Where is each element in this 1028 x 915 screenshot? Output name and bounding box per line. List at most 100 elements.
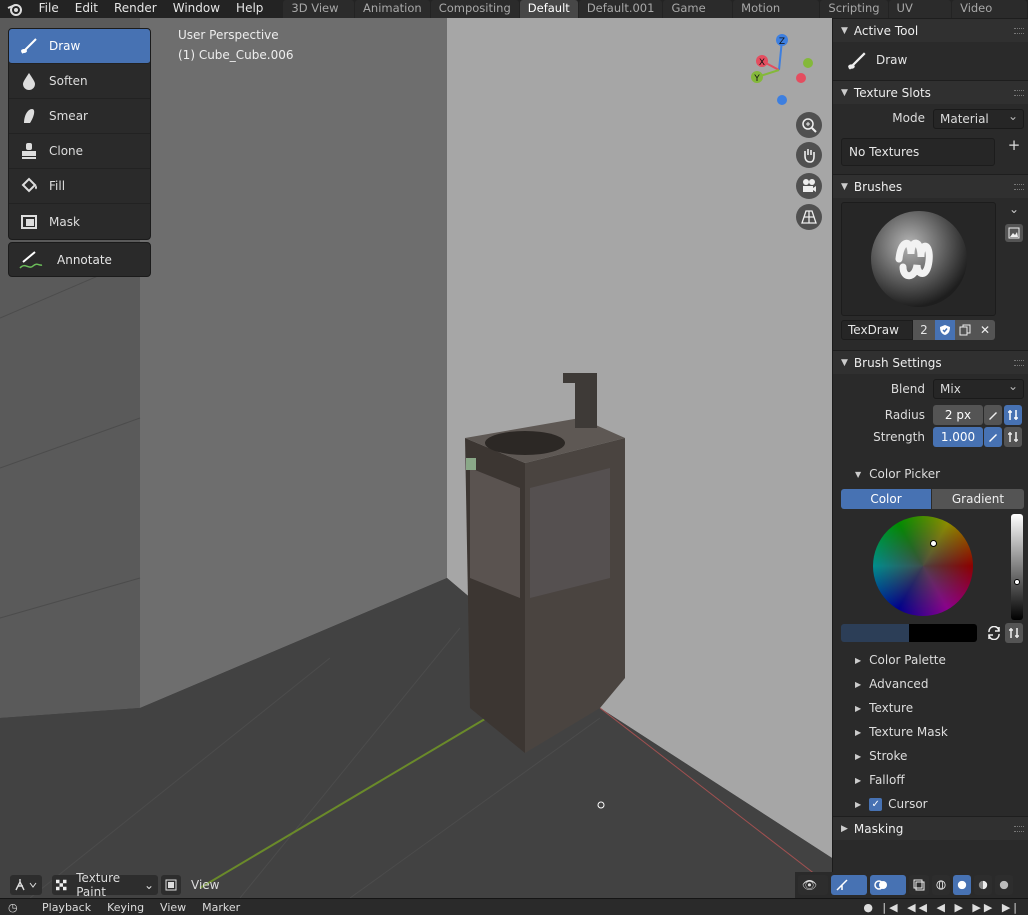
swap-colors-icon[interactable] [986,624,1002,642]
gizmo-toggle-icon[interactable] [831,875,867,895]
primary-color-swatch[interactable] [909,624,977,642]
gizmo-neg-x[interactable] [796,73,806,83]
strength-field[interactable]: 1.000 [933,427,983,447]
slot-toggle-icon[interactable] [161,875,181,895]
pressure-pen-icon[interactable] [984,427,1002,447]
zoom-icon[interactable] [796,112,822,138]
tab-3d-view-full[interactable]: 3D View Full [283,0,355,32]
unified-size-icon[interactable] [1004,405,1022,425]
panel-active-tool-header[interactable]: ▼ Active Tool [833,18,1028,42]
radius-field[interactable]: 2 px [933,405,983,425]
tool-smear[interactable]: Smear [9,99,150,134]
solid-shading-icon[interactable] [953,875,971,895]
texture-slot-list[interactable]: No Textures [841,138,995,166]
menu-edit[interactable]: Edit [67,0,106,18]
value-slider[interactable] [1011,514,1023,620]
tab-compositing[interactable]: Compositing [430,0,519,18]
xray-toggle-icon[interactable] [909,875,929,895]
drag-grip-icon[interactable] [1014,184,1024,190]
panel-masking-header[interactable]: ▶ Masking [833,816,1028,840]
panel-brushes-header[interactable]: ▼ Brushes [833,174,1028,198]
tool-draw[interactable]: Draw [9,29,150,64]
tab-scripting[interactable]: Scripting [820,0,888,18]
tool-clone[interactable]: Clone [9,134,150,169]
mode-selector[interactable]: Texture Paint ⌄ [52,871,158,898]
color-picker-subpanel-header[interactable]: ▼ Color Picker [833,462,1028,486]
duplicate-icon[interactable] [955,320,975,340]
visibility-eye-icon[interactable]: 👁 [798,875,828,895]
menu-help[interactable]: Help [228,0,271,18]
blender-logo-icon[interactable] [0,0,31,18]
cursor-checkbox[interactable]: ✓ [869,797,883,811]
menu-render[interactable]: Render [106,0,165,18]
subpanel-cursor[interactable]: ▶ ✓ Cursor [833,792,1028,816]
3d-viewport[interactable]: Draw Soften Smear Clone Fill Mask Annota… [0,18,832,898]
rendered-shading-icon[interactable] [995,875,1013,895]
color-wheel[interactable] [873,516,973,616]
pan-hand-icon[interactable] [796,142,822,168]
drag-grip-icon[interactable] [1014,90,1024,96]
tool-soften[interactable]: Soften [9,64,150,99]
chevron-down-icon[interactable]: ⌄ [1005,202,1023,216]
subpanel-falloff[interactable]: ▶ Falloff [833,768,1028,792]
wireframe-shading-icon[interactable] [932,875,950,895]
menu-file[interactable]: File [31,0,67,18]
tab-default-001[interactable]: Default.001 [578,0,663,18]
pressure-pen-icon[interactable] [984,405,1002,425]
blend-dropdown[interactable]: Mix [933,377,1024,399]
subpanel-stroke[interactable]: ▶ Stroke [833,744,1028,768]
perspective-grid-icon[interactable] [796,204,822,230]
overlay-toggle-icon[interactable] [870,875,906,895]
tab-animation[interactable]: Animation [355,0,430,18]
unlink-close-icon[interactable]: ✕ [975,320,995,340]
fake-user-shield-icon[interactable] [935,320,955,340]
gradient-tab[interactable]: Gradient [932,489,1024,509]
timeline-keying-menu[interactable]: Keying [99,901,152,914]
brush-preview[interactable] [841,202,996,316]
gizmo-neg-y[interactable] [803,58,813,68]
view-menu[interactable]: View [187,875,223,895]
editor-type-button[interactable] [10,875,42,895]
subpanel-texture-mask[interactable]: ▶ Texture Mask [833,720,1028,744]
tab-game-logic[interactable]: Game Logic [663,0,733,32]
brush-name-field[interactable]: TexDraw [841,320,913,340]
timeline-marker-menu[interactable]: Marker [194,901,248,914]
camera-view-icon[interactable] [796,173,822,199]
panel-texture-slots-header[interactable]: ▼ Texture Slots [833,80,1028,104]
material-shading-icon[interactable] [974,875,992,895]
tool-mask[interactable]: Mask [9,204,150,239]
timeline-view-menu[interactable]: View [152,901,194,914]
brush-users-count[interactable]: 2 [913,320,935,340]
chevron-down-icon: ⌄ [143,878,154,892]
texture-mode-dropdown[interactable]: Material [933,107,1024,129]
tool-annotate[interactable]: Annotate [8,242,151,277]
subpanel-color-palette[interactable]: ▶ Color Palette [833,648,1028,672]
tab-uv-editing[interactable]: UV Editing [888,0,952,32]
subpanel-title: Advanced [869,677,929,691]
viewport-shading-bar: 👁 [795,872,1028,898]
tab-video-editing[interactable]: Video Editing [952,0,1027,32]
color-tab[interactable]: Color [841,489,931,509]
panel-brush-settings-header[interactable]: ▼ Brush Settings [833,350,1028,374]
menu-window[interactable]: Window [165,0,228,18]
color-wheel-cursor[interactable] [930,540,937,547]
tool-fill[interactable]: Fill [9,169,150,204]
add-icon[interactable]: + [1005,136,1023,154]
subpanel-advanced[interactable]: ▶ Advanced [833,672,1028,696]
clock-icon[interactable]: ◷ [0,901,34,914]
drag-grip-icon[interactable] [1014,360,1024,366]
image-icon[interactable] [1005,224,1023,242]
secondary-color-swatch[interactable] [841,624,909,642]
tab-default[interactable]: Default [519,0,578,18]
subpanel-texture[interactable]: ▶ Texture [833,696,1028,720]
unified-color-icon[interactable] [1005,623,1023,643]
navigation-gizmo[interactable]: Z X Y [745,30,817,110]
unified-strength-icon[interactable] [1004,427,1022,447]
drag-grip-icon[interactable] [1014,826,1024,832]
tab-motion-tracking[interactable]: Motion Tracking [733,0,820,32]
drag-grip-icon[interactable] [1014,28,1024,34]
timeline-playback-menu[interactable]: Playback [34,901,99,914]
playback-controls-icon[interactable]: ● |◀ ◀◀ ◀ ▶ ▶▶ ▶| [855,901,1028,914]
gizmo-neg-z[interactable] [777,95,787,105]
value-slider-handle[interactable] [1014,579,1020,585]
